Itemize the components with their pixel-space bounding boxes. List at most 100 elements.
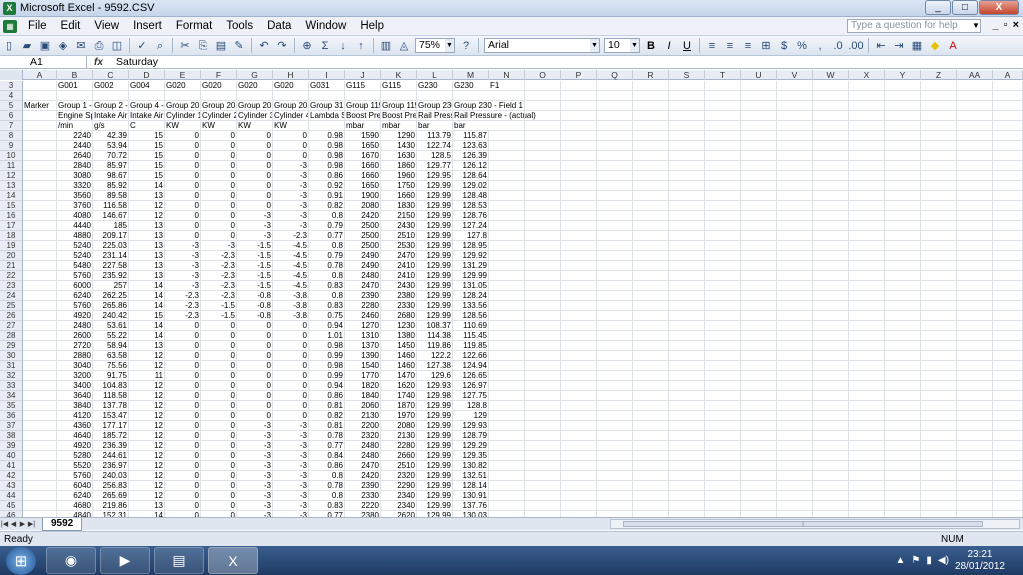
align-center-icon[interactable]: ≡ [722, 38, 738, 54]
cell[interactable]: 0 [165, 321, 201, 331]
italic-button[interactable]: I [661, 38, 677, 54]
cell[interactable]: Group 31 [309, 101, 345, 111]
cell[interactable] [813, 321, 849, 331]
cell[interactable] [93, 91, 129, 101]
cell[interactable] [633, 341, 669, 351]
cell[interactable] [669, 241, 705, 251]
cell[interactable] [957, 501, 993, 511]
cell[interactable] [23, 371, 57, 381]
cell[interactable]: 4880 [57, 231, 93, 241]
cell[interactable] [23, 441, 57, 451]
cell[interactable] [741, 411, 777, 421]
cell[interactable]: -2.3 [201, 291, 237, 301]
cell[interactable] [669, 461, 705, 471]
cell[interactable] [921, 171, 957, 181]
cell[interactable] [669, 431, 705, 441]
cell[interactable] [921, 281, 957, 291]
cell[interactable] [885, 191, 921, 201]
cell[interactable]: 75.56 [93, 361, 129, 371]
cell[interactable]: 0 [165, 131, 201, 141]
cell[interactable] [669, 411, 705, 421]
cell[interactable] [921, 361, 957, 371]
cell[interactable] [561, 231, 597, 241]
cell[interactable] [993, 151, 1023, 161]
row-header[interactable]: 18 [0, 231, 23, 241]
cell[interactable]: 0 [165, 471, 201, 481]
cell[interactable]: 2220 [345, 501, 381, 511]
cell[interactable] [741, 161, 777, 171]
explorer-taskbar-button[interactable]: ▤ [154, 547, 204, 574]
cell[interactable]: 1390 [345, 351, 381, 361]
cell[interactable] [705, 141, 741, 151]
cell[interactable]: 4920 [57, 311, 93, 321]
align-right-icon[interactable]: ≡ [740, 38, 756, 54]
cell[interactable] [777, 271, 813, 281]
cell[interactable] [633, 161, 669, 171]
cell[interactable]: 0 [165, 331, 201, 341]
fill-color-icon[interactable]: ◆ [927, 38, 943, 54]
cell[interactable] [993, 181, 1023, 191]
cell[interactable] [921, 321, 957, 331]
cell[interactable]: -3 [273, 481, 309, 491]
cell[interactable]: 0 [165, 181, 201, 191]
cell[interactable]: 265.86 [93, 301, 129, 311]
cell[interactable] [885, 111, 921, 121]
cell[interactable]: 129.99 [417, 471, 453, 481]
cell[interactable]: 114.38 [417, 331, 453, 341]
cell[interactable] [921, 261, 957, 271]
cell[interactable] [741, 131, 777, 141]
cell[interactable]: 131.29 [453, 261, 489, 271]
cell[interactable]: 0 [237, 411, 273, 421]
cell[interactable] [849, 221, 885, 231]
cell[interactable] [921, 391, 957, 401]
cell[interactable] [741, 291, 777, 301]
spreadsheet-grid[interactable]: A B C D E F G H I J K L M N O P Q R S T U V W X Y Z AA A 3 G001 G002 G… [0, 70, 1023, 517]
cell[interactable] [597, 301, 633, 311]
cell[interactable] [741, 461, 777, 471]
cell[interactable]: G020 [165, 81, 201, 91]
cell[interactable]: 0.98 [309, 341, 345, 351]
cell[interactable] [993, 141, 1023, 151]
cell[interactable] [741, 401, 777, 411]
cell[interactable]: 4440 [57, 221, 93, 231]
cell[interactable]: 1450 [381, 341, 417, 351]
cell[interactable] [525, 321, 561, 331]
cell[interactable]: 85.92 [93, 181, 129, 191]
cell[interactable] [849, 121, 885, 131]
cell[interactable] [705, 301, 741, 311]
cell[interactable] [489, 341, 525, 351]
row-header[interactable]: 10 [0, 151, 23, 161]
cell[interactable] [777, 101, 813, 111]
cell[interactable] [633, 181, 669, 191]
cell[interactable] [561, 221, 597, 231]
bold-button[interactable]: B [643, 38, 659, 54]
cell[interactable] [525, 231, 561, 241]
cell[interactable] [705, 271, 741, 281]
cell[interactable]: -3 [273, 201, 309, 211]
cell[interactable] [777, 431, 813, 441]
cell[interactable]: 129.99 [417, 291, 453, 301]
cell[interactable]: 4080 [57, 211, 93, 221]
cell[interactable]: 12 [129, 411, 165, 421]
cell[interactable] [921, 201, 957, 211]
cell[interactable]: /min [57, 121, 93, 131]
cell[interactable] [813, 91, 849, 101]
cell[interactable] [777, 81, 813, 91]
cell[interactable] [669, 161, 705, 171]
cell[interactable] [597, 471, 633, 481]
cell[interactable] [813, 241, 849, 251]
cell[interactable]: 4680 [57, 501, 93, 511]
cell[interactable]: 0 [273, 321, 309, 331]
cell[interactable] [597, 291, 633, 301]
cell[interactable]: 130.82 [453, 461, 489, 471]
cell[interactable] [777, 401, 813, 411]
cell[interactable]: 0 [201, 151, 237, 161]
hyperlink-icon[interactable]: ⊕ [299, 38, 315, 54]
cell[interactable]: 2440 [57, 141, 93, 151]
cell[interactable] [525, 341, 561, 351]
cell[interactable] [23, 181, 57, 191]
cell[interactable] [489, 391, 525, 401]
cell[interactable] [633, 351, 669, 361]
cell[interactable] [525, 311, 561, 321]
cell[interactable] [849, 171, 885, 181]
